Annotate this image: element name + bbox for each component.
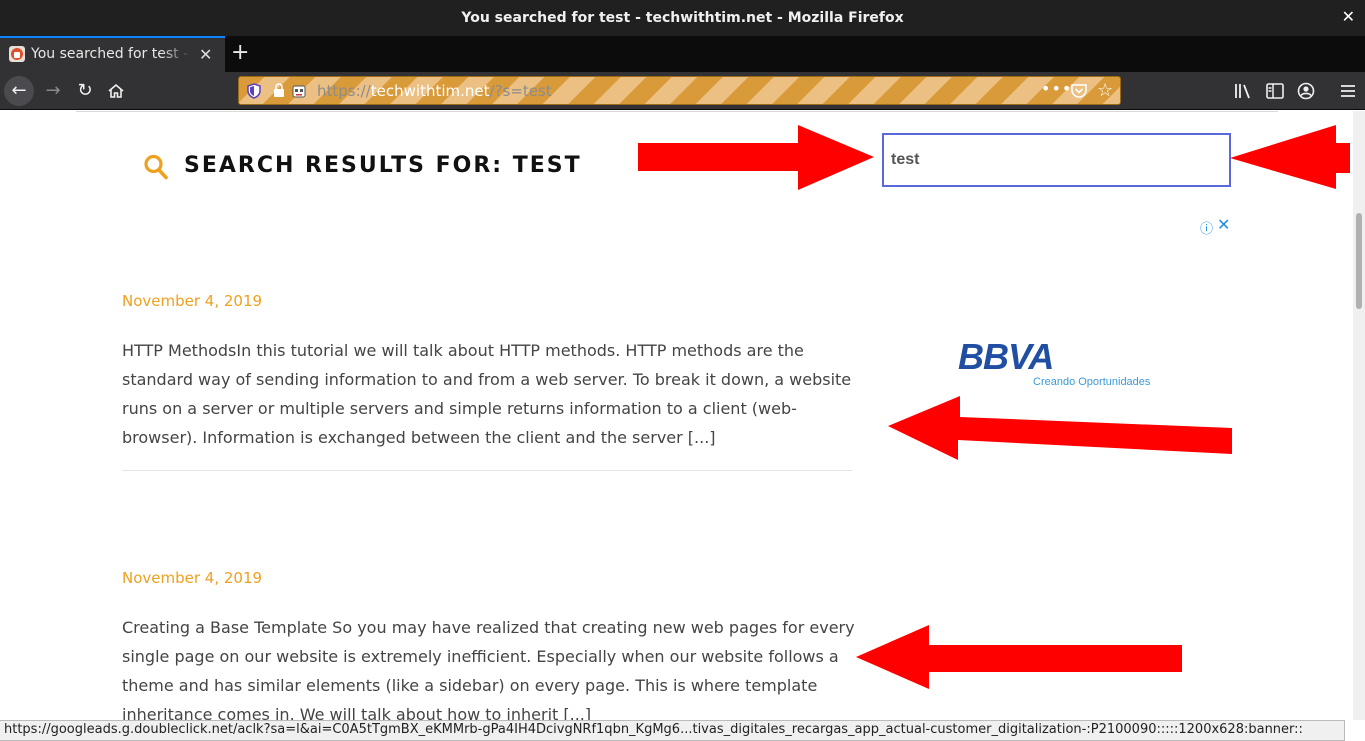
red-arrow-left-to-ad [888,396,1232,460]
new-tab-button[interactable]: + [231,40,249,65]
home-button[interactable] [101,76,131,106]
lock-icon[interactable] [273,83,285,97]
url-scheme: https:// [317,82,371,100]
annotation-arrows [638,125,1350,689]
sidebar-toggle-icon[interactable] [1265,81,1285,101]
account-icon[interactable] [1296,81,1316,101]
back-button[interactable]: ← [4,76,34,106]
window-close-button[interactable]: ✕ [1342,7,1355,26]
url-text: https://techwithtim.net/?s=test [317,82,552,100]
hamburger-menu-icon[interactable] [1338,81,1358,101]
site-favicon-icon [9,46,25,62]
web-page-content: SEARCH RESULTS FOR: TEST ⓘ ✕ BBVA Creand… [0,111,1365,720]
page-scrollbar[interactable] [1353,111,1365,720]
reload-button[interactable]: ↻ [70,76,100,106]
page-actions-menu-button[interactable]: ••• [1041,79,1072,98]
pocket-icon[interactable] [1070,82,1088,100]
forward-button[interactable]: → [38,76,68,106]
bookmark-star-button[interactable]: ☆ [1097,80,1113,101]
window-titlebar: You searched for test - techwithtim.net … [0,0,1365,36]
tab-search-results[interactable]: You searched for test - techwithtim.net … [0,36,225,72]
url-path: /?s=test [489,82,552,100]
link-status-bar: https://googleads.g.doubleclick.net/aclk… [0,720,1345,741]
url-host: techwithtim.net [370,82,490,100]
tab-strip: You searched for test - techwithtim.net … [0,36,1365,72]
tracking-protection-shield-icon[interactable] [247,83,261,99]
red-arrow-right-to-search [638,125,874,190]
navigation-toolbar: ← → ↻ https://techwithtim.net/?s=test ••… [0,72,1365,110]
red-arrow-left-to-post [856,625,1182,689]
tab-label: You searched for test - techwithtim.net [31,46,191,62]
address-bar[interactable]: https://techwithtim.net/?s=test ••• ☆ [238,76,1121,105]
scrollbar-thumb[interactable] [1356,213,1362,309]
autoplay-robot-icon[interactable] [291,83,307,99]
window-title: You searched for test - techwithtim.net … [461,10,904,26]
home-icon [108,83,124,98]
library-icon[interactable] [1233,81,1253,101]
red-arrow-left-to-search [1230,125,1350,189]
tab-close-icon[interactable]: ✕ [199,45,212,64]
